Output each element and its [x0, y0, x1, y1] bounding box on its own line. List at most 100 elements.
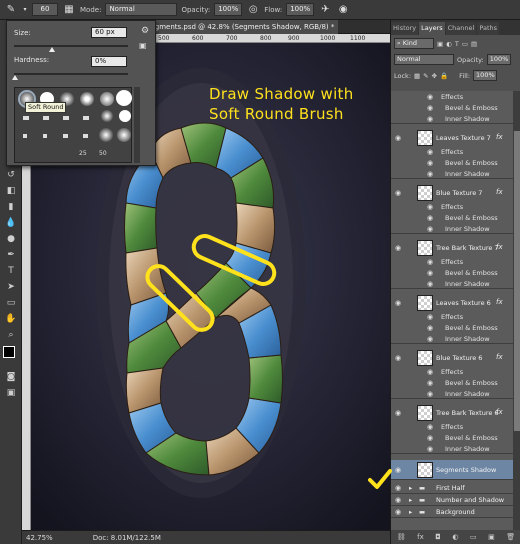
- preset-soft-round[interactable]: [100, 92, 114, 106]
- add-mask-icon[interactable]: ◘: [435, 533, 441, 541]
- effect-visibility-eye-icon[interactable]: ◉: [427, 203, 435, 211]
- blend-mode-select[interactable]: Normal: [394, 54, 454, 65]
- hand-tool-icon[interactable]: ✋: [3, 312, 19, 326]
- effect-visibility-eye-icon[interactable]: ◉: [427, 115, 435, 123]
- visibility-eye-icon[interactable]: ◉: [395, 484, 403, 492]
- layer-row[interactable]: ◉ Tree Bark Texture 6 fx ◉ Effects ◉ Bevel & E…: [391, 405, 513, 454]
- effect-visibility-eye-icon[interactable]: ◉: [427, 258, 435, 266]
- filter-pixel-icon[interactable]: ▣: [437, 40, 443, 48]
- delete-layer-icon[interactable]: 🗑: [506, 533, 515, 541]
- group-row[interactable]: ◉ ▸ ▬ Background: [391, 506, 513, 518]
- expand-arrow-icon[interactable]: ▸: [409, 496, 412, 504]
- visibility-eye-icon[interactable]: ◉: [395, 299, 403, 307]
- layer-row[interactable]: ◉ Blue Texture 6 fx ◉ Effects ◉ Bevel & Emboss…: [391, 350, 513, 399]
- history-brush-tool-icon[interactable]: ↺: [3, 168, 19, 182]
- scrollbar-thumb[interactable]: [514, 131, 520, 431]
- expand-arrow-icon[interactable]: ▸: [409, 484, 412, 492]
- effect-visibility-eye-icon[interactable]: ◉: [427, 434, 435, 442]
- visibility-eye-icon[interactable]: ◉: [395, 496, 403, 504]
- preset-small[interactable]: [63, 116, 69, 120]
- layer-row[interactable]: ◉Tree Bark Texture 8fx◉Effects◉Bevel & E…: [391, 91, 513, 124]
- effect-visibility-eye-icon[interactable]: ◉: [427, 335, 435, 343]
- kind-filter-select[interactable]: ⌕ Kind: [394, 38, 434, 49]
- opacity-field[interactable]: 100%: [214, 3, 243, 16]
- hardness-field[interactable]: 0%: [91, 56, 127, 67]
- preset-hard-round[interactable]: [116, 90, 132, 106]
- effect-visibility-eye-icon[interactable]: ◉: [427, 170, 435, 178]
- lock-paint-icon[interactable]: ✎: [423, 72, 428, 80]
- fx-icon[interactable]: fx: [496, 298, 503, 306]
- layer-row-selected[interactable]: ◉ Segments Shadow: [391, 460, 513, 480]
- layer-opacity-field[interactable]: 100%: [486, 54, 511, 65]
- visibility-eye-icon[interactable]: ◉: [395, 508, 403, 516]
- preset-small[interactable]: [23, 116, 29, 120]
- mode-select[interactable]: Normal: [105, 3, 178, 16]
- visibility-eye-icon[interactable]: ◉: [395, 354, 403, 362]
- preset-small[interactable]: [83, 116, 89, 120]
- effect-visibility-eye-icon[interactable]: ◉: [427, 104, 435, 112]
- layer-row[interactable]: ◉ Blue Texture 7 fx ◉ Effects ◉ Bevel & Emboss…: [391, 185, 513, 234]
- layer-row[interactable]: ◉ Tree Bark Texture 7 fx ◉ Effects ◉ Bevel & E…: [391, 240, 513, 289]
- layer-row[interactable]: ◉ Leaves Texture 7 fx ◉ Effects ◉ Bevel & Embo…: [391, 130, 513, 179]
- group-row[interactable]: ◉ ▸ ▬ First Half: [391, 482, 513, 494]
- pressure-opacity-icon[interactable]: ◎: [246, 3, 260, 17]
- lock-move-icon[interactable]: ✥: [432, 72, 437, 80]
- layers-scrollbar[interactable]: [513, 91, 520, 530]
- type-tool-icon[interactable]: T: [3, 264, 19, 278]
- preset-small[interactable]: [63, 134, 68, 138]
- brush-size-picker[interactable]: 60: [32, 3, 58, 16]
- zoom-tool-icon[interactable]: ⌕: [3, 328, 19, 342]
- gear-icon[interactable]: ⚙: [141, 26, 149, 36]
- group-row[interactable]: ◉ ▸ ▬ Number and Shadow: [391, 494, 513, 506]
- filter-smart-icon[interactable]: ▤: [471, 40, 477, 48]
- tab-paths[interactable]: Paths: [477, 22, 499, 35]
- effect-visibility-eye-icon[interactable]: ◉: [427, 368, 435, 376]
- fx-icon[interactable]: fx: [496, 353, 503, 361]
- zoom-level[interactable]: 42.75%: [26, 534, 53, 542]
- document-tab[interactable]: Segments.psd @ 42.8% (Segments Shadow, R…: [142, 20, 339, 34]
- effect-visibility-eye-icon[interactable]: ◉: [427, 280, 435, 288]
- new-preset-icon[interactable]: ▣: [139, 41, 147, 50]
- dodge-tool-icon[interactable]: ●: [3, 232, 19, 246]
- effect-visibility-eye-icon[interactable]: ◉: [427, 214, 435, 222]
- eraser-tool-icon[interactable]: ◧: [3, 184, 19, 198]
- effect-visibility-eye-icon[interactable]: ◉: [427, 269, 435, 277]
- preset-scrollbar[interactable]: [134, 87, 140, 163]
- visibility-eye-icon[interactable]: ◉: [395, 134, 403, 142]
- filter-shape-icon[interactable]: ▭: [462, 40, 468, 48]
- expand-arrow-icon[interactable]: ▸: [409, 508, 412, 516]
- brush-panel-toggle-icon[interactable]: ▦: [62, 3, 76, 17]
- fill-field[interactable]: 100%: [473, 70, 498, 81]
- fx-icon[interactable]: fx: [496, 408, 503, 416]
- preset-soft-round[interactable]: [101, 110, 113, 122]
- gradient-tool-icon[interactable]: ▮: [3, 200, 19, 214]
- layer-row[interactable]: ◉ Leaves Texture 6 fx ◉ Effects ◉ Bevel & Embo…: [391, 295, 513, 344]
- visibility-eye-icon[interactable]: ◉: [395, 189, 403, 197]
- new-layer-icon[interactable]: ▣: [488, 533, 495, 541]
- fx-icon[interactable]: fx: [496, 188, 503, 196]
- effect-visibility-eye-icon[interactable]: ◉: [427, 148, 435, 156]
- airbrush-icon[interactable]: ✈: [318, 3, 332, 17]
- brush-tool-icon[interactable]: ✎: [4, 3, 18, 17]
- visibility-eye-icon[interactable]: ◉: [395, 466, 403, 474]
- effect-visibility-eye-icon[interactable]: ◉: [427, 159, 435, 167]
- size-field[interactable]: 60 px: [91, 27, 127, 38]
- size-slider[interactable]: [14, 45, 128, 47]
- size-slider-knob[interactable]: [49, 47, 55, 52]
- effect-visibility-eye-icon[interactable]: ◉: [427, 324, 435, 332]
- chevron-down-icon[interactable]: ▾: [22, 3, 28, 17]
- effect-visibility-eye-icon[interactable]: ◉: [427, 93, 435, 101]
- fx-icon[interactable]: fx: [496, 243, 503, 251]
- preset-small[interactable]: [83, 134, 88, 138]
- hardness-slider[interactable]: [14, 73, 128, 75]
- pressure-size-icon[interactable]: ◉: [336, 3, 350, 17]
- preset-small[interactable]: [43, 134, 47, 138]
- effect-visibility-eye-icon[interactable]: ◉: [427, 313, 435, 321]
- tab-channels[interactable]: Channel: [445, 22, 477, 35]
- blur-tool-icon[interactable]: 💧: [3, 216, 19, 230]
- screen-mode-icon[interactable]: ▣: [3, 386, 19, 400]
- pen-tool-icon[interactable]: ✒: [3, 248, 19, 262]
- fx-icon[interactable]: fx: [496, 133, 503, 141]
- preset-soft-round[interactable]: [117, 128, 131, 142]
- preset-hard-round[interactable]: [119, 110, 131, 122]
